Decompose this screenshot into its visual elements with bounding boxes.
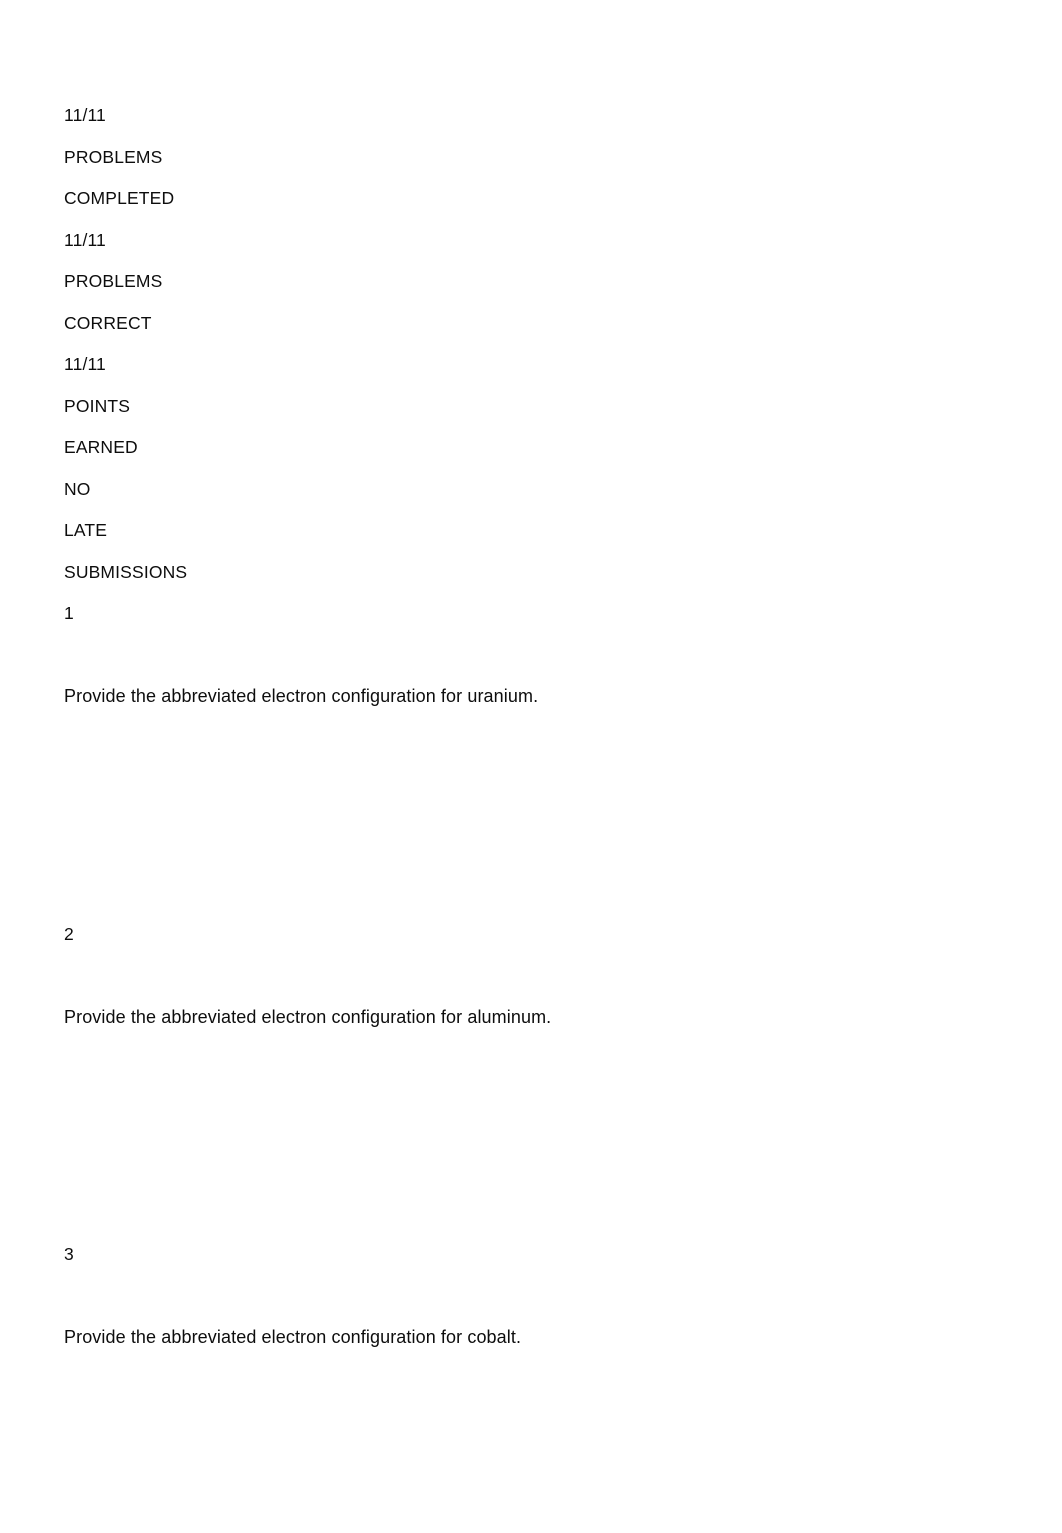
summary-line-problems-word-2: PROBLEMS: [64, 271, 163, 291]
question-block: 1 Provide the abbreviated electron confi…: [64, 593, 1002, 914]
summary-line-no-word: NO: [64, 478, 91, 499]
question-number: 3: [64, 1244, 74, 1264]
summary-line-completed-word: COMPLETED: [64, 188, 175, 208]
question-text: Provide the abbreviated electron configu…: [64, 686, 539, 706]
summary-line-problems-completed-count: 11/11: [64, 105, 106, 125]
question-block: 3 Provide the abbreviated electron confi…: [64, 1234, 1002, 1509]
summary-line-points-earned-count: 11/11: [64, 354, 106, 374]
question-spacer: [64, 1276, 1002, 1318]
question-block: 2 Provide the abbreviated electron confi…: [64, 914, 1002, 1235]
question-spacer: [64, 955, 1002, 997]
summary-line-problems-word: PROBLEMS: [64, 146, 163, 167]
question-answer-area: [64, 1038, 1002, 1234]
question-number: 2: [64, 923, 74, 944]
question-answer-area: [64, 718, 1002, 914]
summary-line-correct-word: CORRECT: [64, 312, 152, 333]
summary-line-submissions-word: SUBMISSIONS: [64, 561, 188, 582]
summary-line-earned-word: EARNED: [64, 437, 138, 457]
summary-line-problems-correct-count: 11/11: [64, 229, 106, 250]
question-number: 1: [64, 603, 74, 623]
summary-line-late-word: LATE: [64, 520, 108, 540]
question-answer-area: [64, 1359, 1002, 1509]
question-text: Provide the abbreviated electron configu…: [64, 1006, 552, 1027]
question-text: Provide the abbreviated electron configu…: [64, 1327, 522, 1347]
assignment-summary-block: 11/11 PROBLEMS COMPLETED 11/11 PROBLEMS …: [64, 95, 1002, 593]
summary-line-points-word: POINTS: [64, 395, 131, 416]
question-spacer: [64, 635, 1002, 677]
document-page: 11/11 PROBLEMS COMPLETED 11/11 PROBLEMS …: [0, 0, 1062, 1533]
